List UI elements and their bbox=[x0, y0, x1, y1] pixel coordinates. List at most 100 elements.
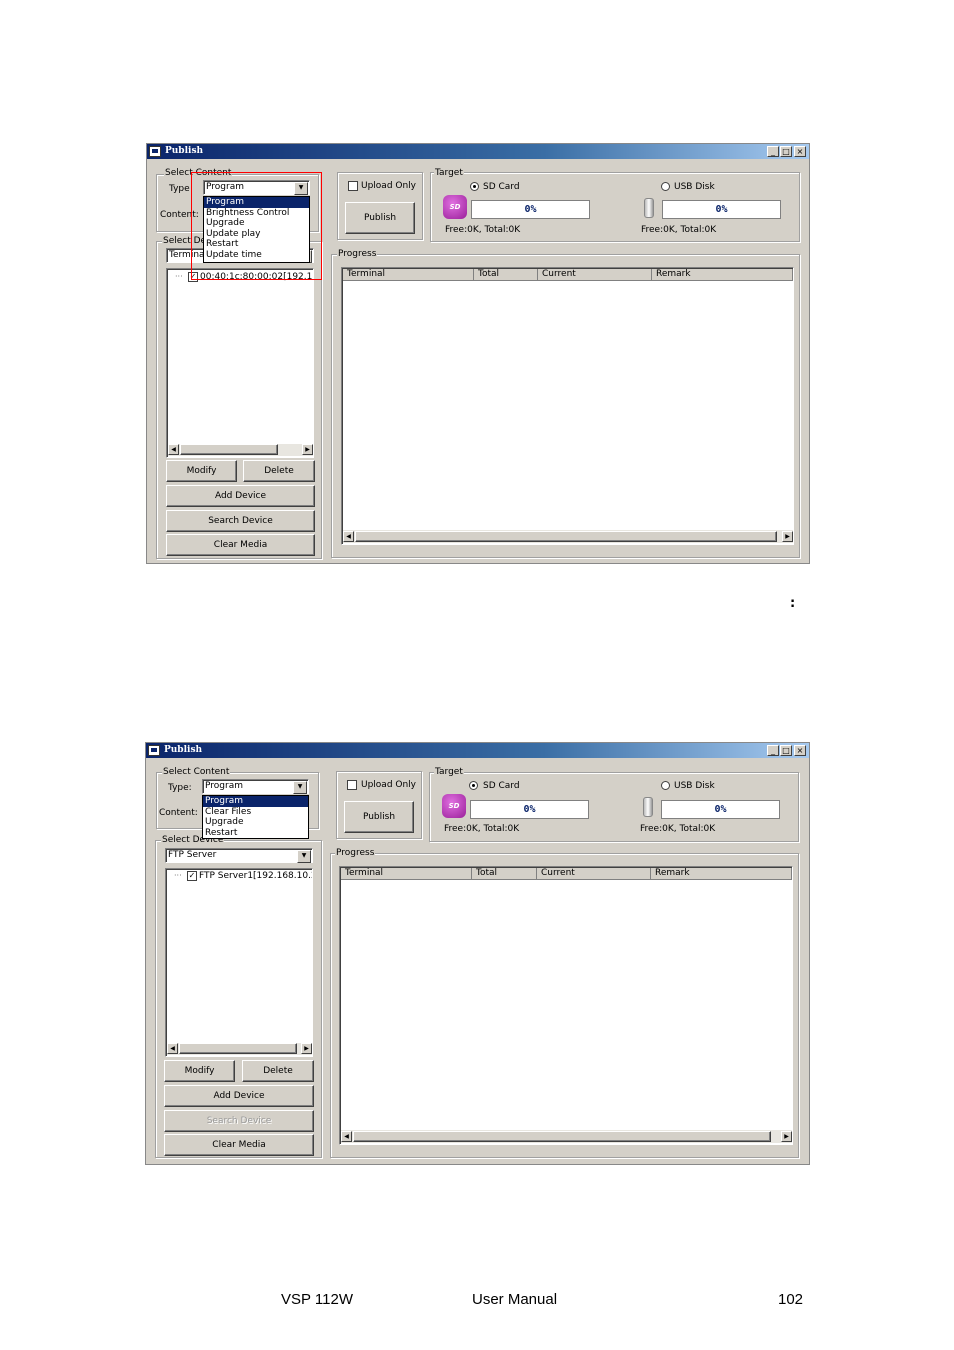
app-icon bbox=[149, 146, 161, 157]
title-bar: Publish _ □ × bbox=[147, 144, 809, 159]
target-label: Target bbox=[434, 767, 464, 777]
type-label: Type: bbox=[168, 783, 192, 793]
colon-text: : bbox=[790, 596, 796, 611]
maximize-button[interactable]: □ bbox=[780, 146, 792, 157]
minimize-button[interactable]: _ bbox=[767, 146, 779, 157]
publish-button[interactable]: Publish bbox=[345, 202, 415, 234]
scroll-thumb[interactable] bbox=[179, 1043, 297, 1054]
upload-only-checkbox[interactable] bbox=[347, 780, 357, 790]
title-bar: Publish _ □ × bbox=[146, 743, 809, 758]
sd-progress: 0% bbox=[470, 800, 589, 819]
progress-table[interactable]: Terminal Total Current Remark ◀ ▶ bbox=[339, 866, 793, 1145]
usb-free-text: Free:0K, Total:0K bbox=[641, 225, 717, 235]
tree-horizontal-scrollbar[interactable]: ◀ ▶ bbox=[167, 1043, 312, 1055]
sd-card-label: SD Card bbox=[483, 182, 520, 192]
clear-media-button[interactable]: Clear Media bbox=[166, 534, 315, 556]
usb-disk-radio[interactable] bbox=[661, 781, 670, 790]
scroll-right-icon[interactable]: ▶ bbox=[782, 531, 793, 542]
upload-only-label: Upload Only bbox=[361, 181, 417, 191]
dropdown-item-restart[interactable]: Restart bbox=[203, 828, 308, 839]
device-tree[interactable]: ··· ✓ 00:40:1c:80:00:02[192.168 ◀ ▶ bbox=[166, 268, 314, 458]
column-header-remark[interactable]: Remark bbox=[652, 269, 793, 281]
app-icon bbox=[148, 745, 160, 756]
sd-card-icon: SD bbox=[442, 794, 466, 818]
dropdown-item-clear-files[interactable]: Clear Files bbox=[203, 807, 308, 818]
dropdown-item-program[interactable]: Program bbox=[203, 796, 308, 807]
usb-disk-radio[interactable] bbox=[661, 182, 670, 191]
modify-button[interactable]: Modify bbox=[164, 1060, 235, 1082]
footer-manual-title: User Manual bbox=[472, 1291, 558, 1308]
footer-page-number: 102 bbox=[778, 1291, 804, 1308]
sd-card-icon: SD bbox=[443, 195, 467, 219]
column-header-terminal[interactable]: Terminal bbox=[341, 868, 472, 880]
search-device-button[interactable]: Search Device bbox=[166, 510, 315, 532]
sd-card-label: SD Card bbox=[483, 781, 520, 791]
publish-window-1: Publish _ □ × Select Content Type Conten… bbox=[146, 143, 810, 564]
delete-button[interactable]: Delete bbox=[242, 1060, 314, 1082]
minimize-button[interactable]: _ bbox=[767, 745, 779, 756]
table-horizontal-scrollbar[interactable]: ◀ ▶ bbox=[343, 530, 793, 543]
device-tree-item[interactable]: FTP Server1[192.168.10.20] bbox=[199, 871, 312, 881]
chevron-down-icon[interactable]: ▼ bbox=[293, 781, 307, 794]
type-select-value: Program bbox=[205, 781, 243, 791]
scroll-left-icon[interactable]: ◀ bbox=[168, 444, 179, 455]
device-tree[interactable]: ··· ✓ FTP Server1[192.168.10.20] ◀ ▶ bbox=[165, 868, 313, 1057]
sd-card-radio[interactable] bbox=[470, 182, 479, 191]
scroll-thumb[interactable] bbox=[355, 531, 777, 542]
close-button[interactable]: × bbox=[794, 146, 806, 157]
usb-free-text: Free:0K, Total:0K bbox=[640, 824, 716, 834]
type-label: Type bbox=[169, 184, 190, 194]
window-title: Publish bbox=[164, 745, 203, 755]
scroll-left-icon[interactable]: ◀ bbox=[343, 531, 354, 542]
column-header-current[interactable]: Current bbox=[538, 269, 652, 281]
upload-only-label: Upload Only bbox=[361, 780, 417, 790]
progress-table[interactable]: Terminal Total Current Remark ◀ ▶ bbox=[341, 267, 794, 545]
type-select[interactable]: Program ▼ bbox=[202, 779, 309, 794]
delete-button[interactable]: Delete bbox=[243, 460, 315, 482]
scroll-right-icon[interactable]: ▶ bbox=[301, 1043, 312, 1054]
close-button[interactable]: × bbox=[794, 745, 806, 756]
column-header-total[interactable]: Total bbox=[474, 269, 538, 281]
footer-model: VSP 112W bbox=[281, 1291, 353, 1308]
progress-label: Progress bbox=[337, 249, 378, 259]
column-header-remark[interactable]: Remark bbox=[651, 868, 792, 880]
sd-card-radio[interactable] bbox=[469, 781, 478, 790]
type-dropdown-list: Program Clear Files Upgrade Restart bbox=[202, 795, 309, 839]
device-type-select[interactable]: FTP Server ▼ bbox=[165, 848, 313, 863]
sd-progress: 0% bbox=[471, 200, 590, 219]
tree-horizontal-scrollbar[interactable]: ◀ ▶ bbox=[168, 444, 313, 456]
scroll-right-icon[interactable]: ▶ bbox=[781, 1131, 792, 1142]
scroll-thumb[interactable] bbox=[180, 444, 278, 455]
chevron-down-icon[interactable]: ▼ bbox=[297, 850, 311, 863]
device-type-value: FTP Server bbox=[168, 850, 217, 860]
table-horizontal-scrollbar[interactable]: ◀ ▶ bbox=[341, 1130, 792, 1143]
clear-media-button[interactable]: Clear Media bbox=[164, 1134, 314, 1156]
progress-label: Progress bbox=[335, 848, 376, 858]
publish-window-2: Publish _ □ × Select Content Type: Conte… bbox=[145, 742, 810, 1165]
scroll-right-icon[interactable]: ▶ bbox=[302, 444, 313, 455]
usb-disk-label: USB Disk bbox=[674, 781, 715, 791]
scroll-left-icon[interactable]: ◀ bbox=[167, 1043, 178, 1054]
column-header-terminal[interactable]: Terminal bbox=[343, 269, 474, 281]
upload-only-checkbox[interactable] bbox=[348, 181, 358, 191]
device-checkbox[interactable]: ✓ bbox=[187, 871, 197, 881]
column-header-current[interactable]: Current bbox=[537, 868, 651, 880]
scroll-left-icon[interactable]: ◀ bbox=[341, 1131, 352, 1142]
sd-free-text: Free:0K, Total:0K bbox=[444, 824, 520, 834]
publish-button[interactable]: Publish bbox=[344, 801, 414, 833]
window-title: Publish bbox=[165, 146, 204, 156]
content-label: Content: bbox=[159, 808, 198, 818]
usb-progress: 0% bbox=[661, 800, 780, 819]
search-device-button: Search Device bbox=[164, 1110, 314, 1132]
sd-free-text: Free:0K, Total:0K bbox=[445, 225, 521, 235]
select-content-label: Select Content bbox=[162, 767, 231, 777]
modify-button[interactable]: Modify bbox=[166, 460, 237, 482]
highlight-box bbox=[191, 172, 322, 280]
column-header-total[interactable]: Total bbox=[472, 868, 537, 880]
scroll-thumb[interactable] bbox=[353, 1131, 771, 1142]
dropdown-item-upgrade[interactable]: Upgrade bbox=[203, 817, 308, 828]
add-device-button[interactable]: Add Device bbox=[164, 1085, 314, 1107]
add-device-button[interactable]: Add Device bbox=[166, 485, 315, 507]
usb-progress: 0% bbox=[662, 200, 781, 219]
maximize-button[interactable]: □ bbox=[780, 745, 792, 756]
